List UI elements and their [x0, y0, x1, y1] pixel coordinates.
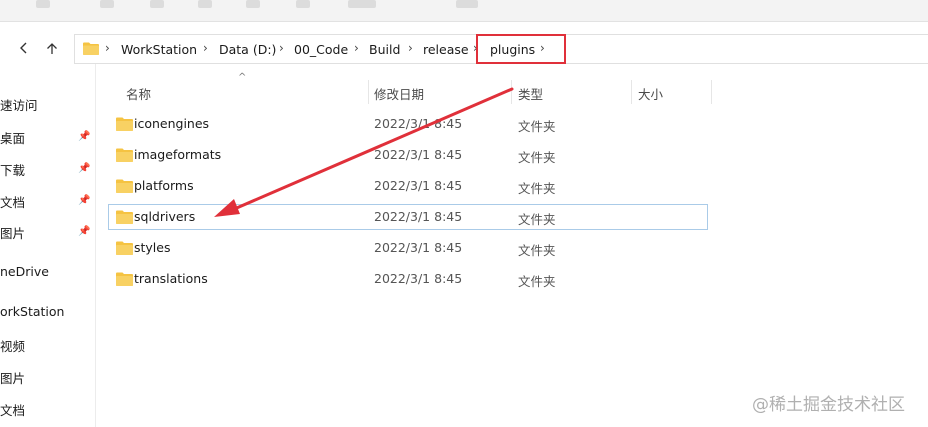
breadcrumb-item-data-d[interactable]: Data (D:) — [219, 42, 276, 57]
folder-icon — [116, 210, 133, 224]
file-type: 文件夹 — [518, 181, 556, 196]
column-divider[interactable] — [511, 80, 512, 104]
file-row-sqldrivers[interactable]: sqldrivers 2022/3/1 8:45 文件夹 — [108, 204, 708, 230]
file-name: sqldrivers — [134, 209, 196, 224]
file-type: 文件夹 — [518, 274, 556, 289]
breadcrumb-separator: › — [105, 41, 110, 55]
sidebar-item-downloads[interactable]: 下载 — [0, 160, 25, 179]
back-button[interactable] — [12, 36, 36, 60]
toolbar-icon[interactable] — [456, 0, 478, 8]
folder-icon — [83, 42, 99, 55]
toolbar-icon[interactable] — [100, 0, 114, 8]
sidebar-item-documents-2[interactable]: 文档 — [0, 400, 25, 419]
column-header-date[interactable]: 修改日期 — [374, 84, 424, 108]
toolbar-icon[interactable] — [150, 0, 164, 8]
sidebar-item-onedrive[interactable]: neDrive — [0, 264, 49, 279]
pin-icon: 📌 — [78, 163, 91, 174]
file-date: 2022/3/1 8:45 — [374, 209, 463, 224]
sidebar-item-pictures-2[interactable]: 图片 — [0, 368, 25, 387]
sidebar-item-quick-access[interactable]: 速访问 — [0, 95, 38, 114]
file-type: 文件夹 — [518, 119, 556, 134]
column-divider[interactable] — [711, 80, 712, 104]
folder-icon — [116, 117, 133, 131]
file-row-iconengines[interactable]: iconengines 2022/3/1 8:45 文件夹 — [108, 111, 708, 137]
file-name: iconengines — [134, 116, 210, 131]
breadcrumb-separator[interactable]: › — [408, 41, 413, 55]
command-bar — [0, 0, 928, 22]
file-row-imageformats[interactable]: imageformats 2022/3/1 8:45 文件夹 — [108, 142, 708, 168]
navigation-pane: 速访问 桌面 📌 下载 📌 文档 📌 图片 📌 neDrive orkStati… — [0, 64, 96, 427]
pin-icon: 📌 — [78, 131, 91, 142]
folder-icon — [116, 272, 133, 286]
column-header-type[interactable]: 类型 — [518, 84, 543, 108]
file-row-platforms[interactable]: platforms 2022/3/1 8:45 文件夹 — [108, 173, 708, 199]
file-date: 2022/3/1 8:45 — [374, 240, 463, 255]
pin-icon: 📌 — [78, 195, 91, 206]
breadcrumb-item-release[interactable]: release — [423, 42, 469, 57]
watermark: @稀土掘金技术社区 — [752, 395, 905, 415]
toolbar-icon[interactable] — [36, 0, 50, 8]
toolbar-icon[interactable] — [296, 0, 310, 8]
file-name: translations — [134, 271, 208, 286]
chevron-left-icon — [20, 42, 27, 54]
breadcrumb-item-workstation[interactable]: WorkStation — [121, 42, 197, 57]
pin-icon: 📌 — [78, 226, 91, 237]
toolbar-icon[interactable] — [246, 0, 260, 8]
file-type: 文件夹 — [518, 212, 556, 227]
file-date: 2022/3/1 8:45 — [374, 178, 463, 193]
breadcrumb-separator[interactable]: › — [203, 41, 208, 55]
toolbar-icon[interactable] — [198, 0, 212, 8]
file-type: 文件夹 — [518, 150, 556, 165]
file-date: 2022/3/1 8:45 — [374, 147, 463, 162]
folder-icon — [116, 241, 133, 255]
file-name: imageformats — [134, 147, 222, 162]
file-date: 2022/3/1 8:45 — [374, 271, 463, 286]
column-divider[interactable] — [368, 80, 369, 104]
up-button[interactable] — [40, 36, 64, 60]
folder-icon — [116, 179, 133, 193]
annotation-highlight-box — [476, 34, 566, 64]
file-date: 2022/3/1 8:45 — [374, 116, 463, 131]
sidebar-item-documents[interactable]: 文档 — [0, 192, 25, 211]
sidebar-item-workstation[interactable]: orkStation — [0, 304, 64, 319]
sidebar-item-desktop[interactable]: 桌面 — [0, 128, 25, 147]
sidebar-item-pictures[interactable]: 图片 — [0, 223, 25, 242]
column-header-name[interactable]: 名称 — [126, 84, 151, 108]
file-row-styles[interactable]: styles 2022/3/1 8:45 文件夹 — [108, 235, 708, 261]
file-name: styles — [134, 240, 171, 255]
column-header-size[interactable]: 大小 — [638, 84, 663, 108]
sort-ascending-icon: ^ — [238, 72, 247, 83]
breadcrumb-separator[interactable]: › — [279, 41, 284, 55]
sidebar-item-videos[interactable]: 视频 — [0, 336, 25, 355]
file-name: platforms — [134, 178, 194, 193]
breadcrumb-separator[interactable]: › — [354, 41, 359, 55]
arrow-up-icon — [47, 42, 57, 54]
column-divider[interactable] — [631, 80, 632, 104]
breadcrumb-item-build[interactable]: Build — [369, 42, 400, 57]
folder-icon — [116, 148, 133, 162]
breadcrumb-item-00-code[interactable]: 00_Code — [294, 42, 348, 57]
file-type: 文件夹 — [518, 243, 556, 258]
toolbar-icon[interactable] — [348, 0, 376, 8]
file-row-translations[interactable]: translations 2022/3/1 8:45 文件夹 — [108, 266, 708, 292]
